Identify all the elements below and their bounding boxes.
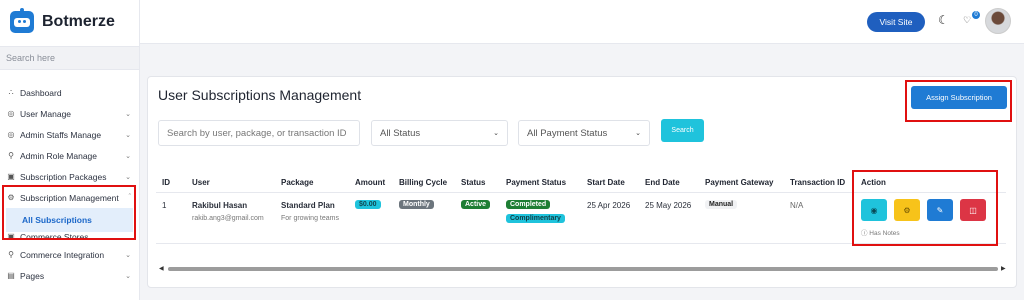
sidebar-item-subscription-packages[interactable]: ▣ Subscription Packages ⌄ [0,166,139,187]
column-header-user: User [192,178,210,187]
sidebar-item-label: Dashboard [20,87,62,98]
sidebar-item-admin-role[interactable]: ⚲ Admin Role Manage ⌄ [0,145,139,166]
amount-badge: $0.00 [355,200,381,209]
cell-transaction-id: N/A [790,201,804,210]
sidebar-item-admin-staffs[interactable]: ◎ Admin Staffs Manage ⌄ [0,124,139,145]
chevron-down-icon: ⌄ [125,272,131,280]
notification-badge: 0 [972,11,980,19]
status-badge: Active [461,200,491,209]
brand-name: Botmerze [42,13,115,30]
chevron-down-icon: ⌄ [493,130,499,137]
payment-status-filter-select[interactable]: All Payment Status ⌄ [518,120,650,146]
column-header-billing-cycle: Billing Cycle [399,178,448,187]
chevron-down-icon: ⌄ [125,110,131,118]
status-filter-value: All Status [380,127,421,139]
chevron-down-icon: ⌄ [635,130,641,137]
cell-user-name: Rakibul Hasan [192,201,248,210]
brand[interactable]: Botmerze [0,0,139,44]
column-header-amount: Amount [355,178,386,187]
column-header-end-date: End Date [645,178,680,187]
sidebar-item-label: Admin Staffs Manage [20,129,102,140]
topbar: Visit Site ☾ ♡ 0 [140,0,1024,44]
scroll-right-arrow-icon[interactable]: ▶ [1001,265,1006,272]
highlight-box-action [852,170,998,246]
search-input[interactable]: Search by user, package, or transaction … [158,120,360,146]
package-icon: ▣ [7,172,15,181]
robot-logo-icon [10,8,34,33]
sidebar-item-dashboard[interactable]: ∴ Dashboard [0,82,139,103]
search-button[interactable]: Search [661,119,704,142]
gateway-badge: Manual [705,200,738,209]
sidebar-item-user-manage[interactable]: ◎ User Manage ⌄ [0,103,139,124]
column-header-status: Status [461,178,486,187]
payment-status-badge: Completed [506,200,551,209]
column-header-start-date: Start Date [587,178,625,187]
sidebar: Botmerze Search here ∴ Dashboard ◎ User … [0,0,140,300]
cell-package-desc: For growing teams [281,215,339,222]
dark-mode-toggle-icon[interactable]: ☾ [938,13,949,27]
scroll-left-arrow-icon[interactable]: ◀ [159,265,164,272]
column-header-payment-status: Payment Status [506,178,567,187]
bell-icon[interactable]: ♡ [963,15,971,26]
staff-icon: ◎ [7,130,15,139]
cell-start-date: 25 Apr 2026 [587,201,631,210]
pages-icon: ▤ [7,271,15,280]
visit-site-button[interactable]: Visit Site [867,12,925,32]
column-header-payment-gateway: Payment Gateway [705,178,774,187]
payment-filter-value: All Payment Status [527,127,608,139]
subscriptions-card: User Subscriptions Management Assign Sub… [147,76,1017,288]
sidebar-search-input[interactable]: Search here [0,46,139,70]
chevron-down-icon: ⌄ [125,152,131,160]
sidebar-nav: ∴ Dashboard ◎ User Manage ⌄ ◎ Admin Staf… [0,82,139,286]
cell-package-name: Standard Plan [281,201,335,210]
cell-user-email: rakib.ang3@gmail.com [192,215,264,222]
highlight-box-assign [905,80,1012,122]
chevron-down-icon: ⌄ [125,173,131,181]
sidebar-item-label: Pages [20,270,45,281]
complimentary-badge: Complimentary [506,214,565,223]
sidebar-item-label: Commerce Integration [20,249,105,260]
page-title: User Subscriptions Management [158,87,362,103]
cell-id: 1 [162,201,167,210]
column-header-package: Package [281,178,314,187]
sidebar-item-pages[interactable]: ▤ Pages ⌄ [0,265,139,286]
role-icon: ⚲ [8,151,14,160]
billing-cycle-badge: Monthly [399,200,434,209]
avatar[interactable] [985,8,1011,34]
dashboard-icon: ∴ [8,88,14,97]
column-header-transaction-id: Transaction ID [790,178,846,187]
sidebar-item-label: Subscription Packages [20,171,107,182]
sidebar-item-label: User Manage [20,108,72,119]
integration-icon: ⚲ [8,250,14,259]
chevron-down-icon: ⌄ [125,251,131,259]
sidebar-item-commerce-integration[interactable]: ⚲ Commerce Integration ⌄ [0,244,139,265]
horizontal-scrollbar[interactable] [168,267,998,271]
status-filter-select[interactable]: All Status ⌄ [371,120,508,146]
user-icon: ◎ [7,109,15,118]
column-header-id: ID [162,178,170,187]
highlight-box-sidebar [2,185,136,240]
sidebar-item-label: Admin Role Manage [20,150,98,161]
cell-end-date: 25 May 2026 [645,201,692,210]
chevron-down-icon: ⌄ [125,131,131,139]
